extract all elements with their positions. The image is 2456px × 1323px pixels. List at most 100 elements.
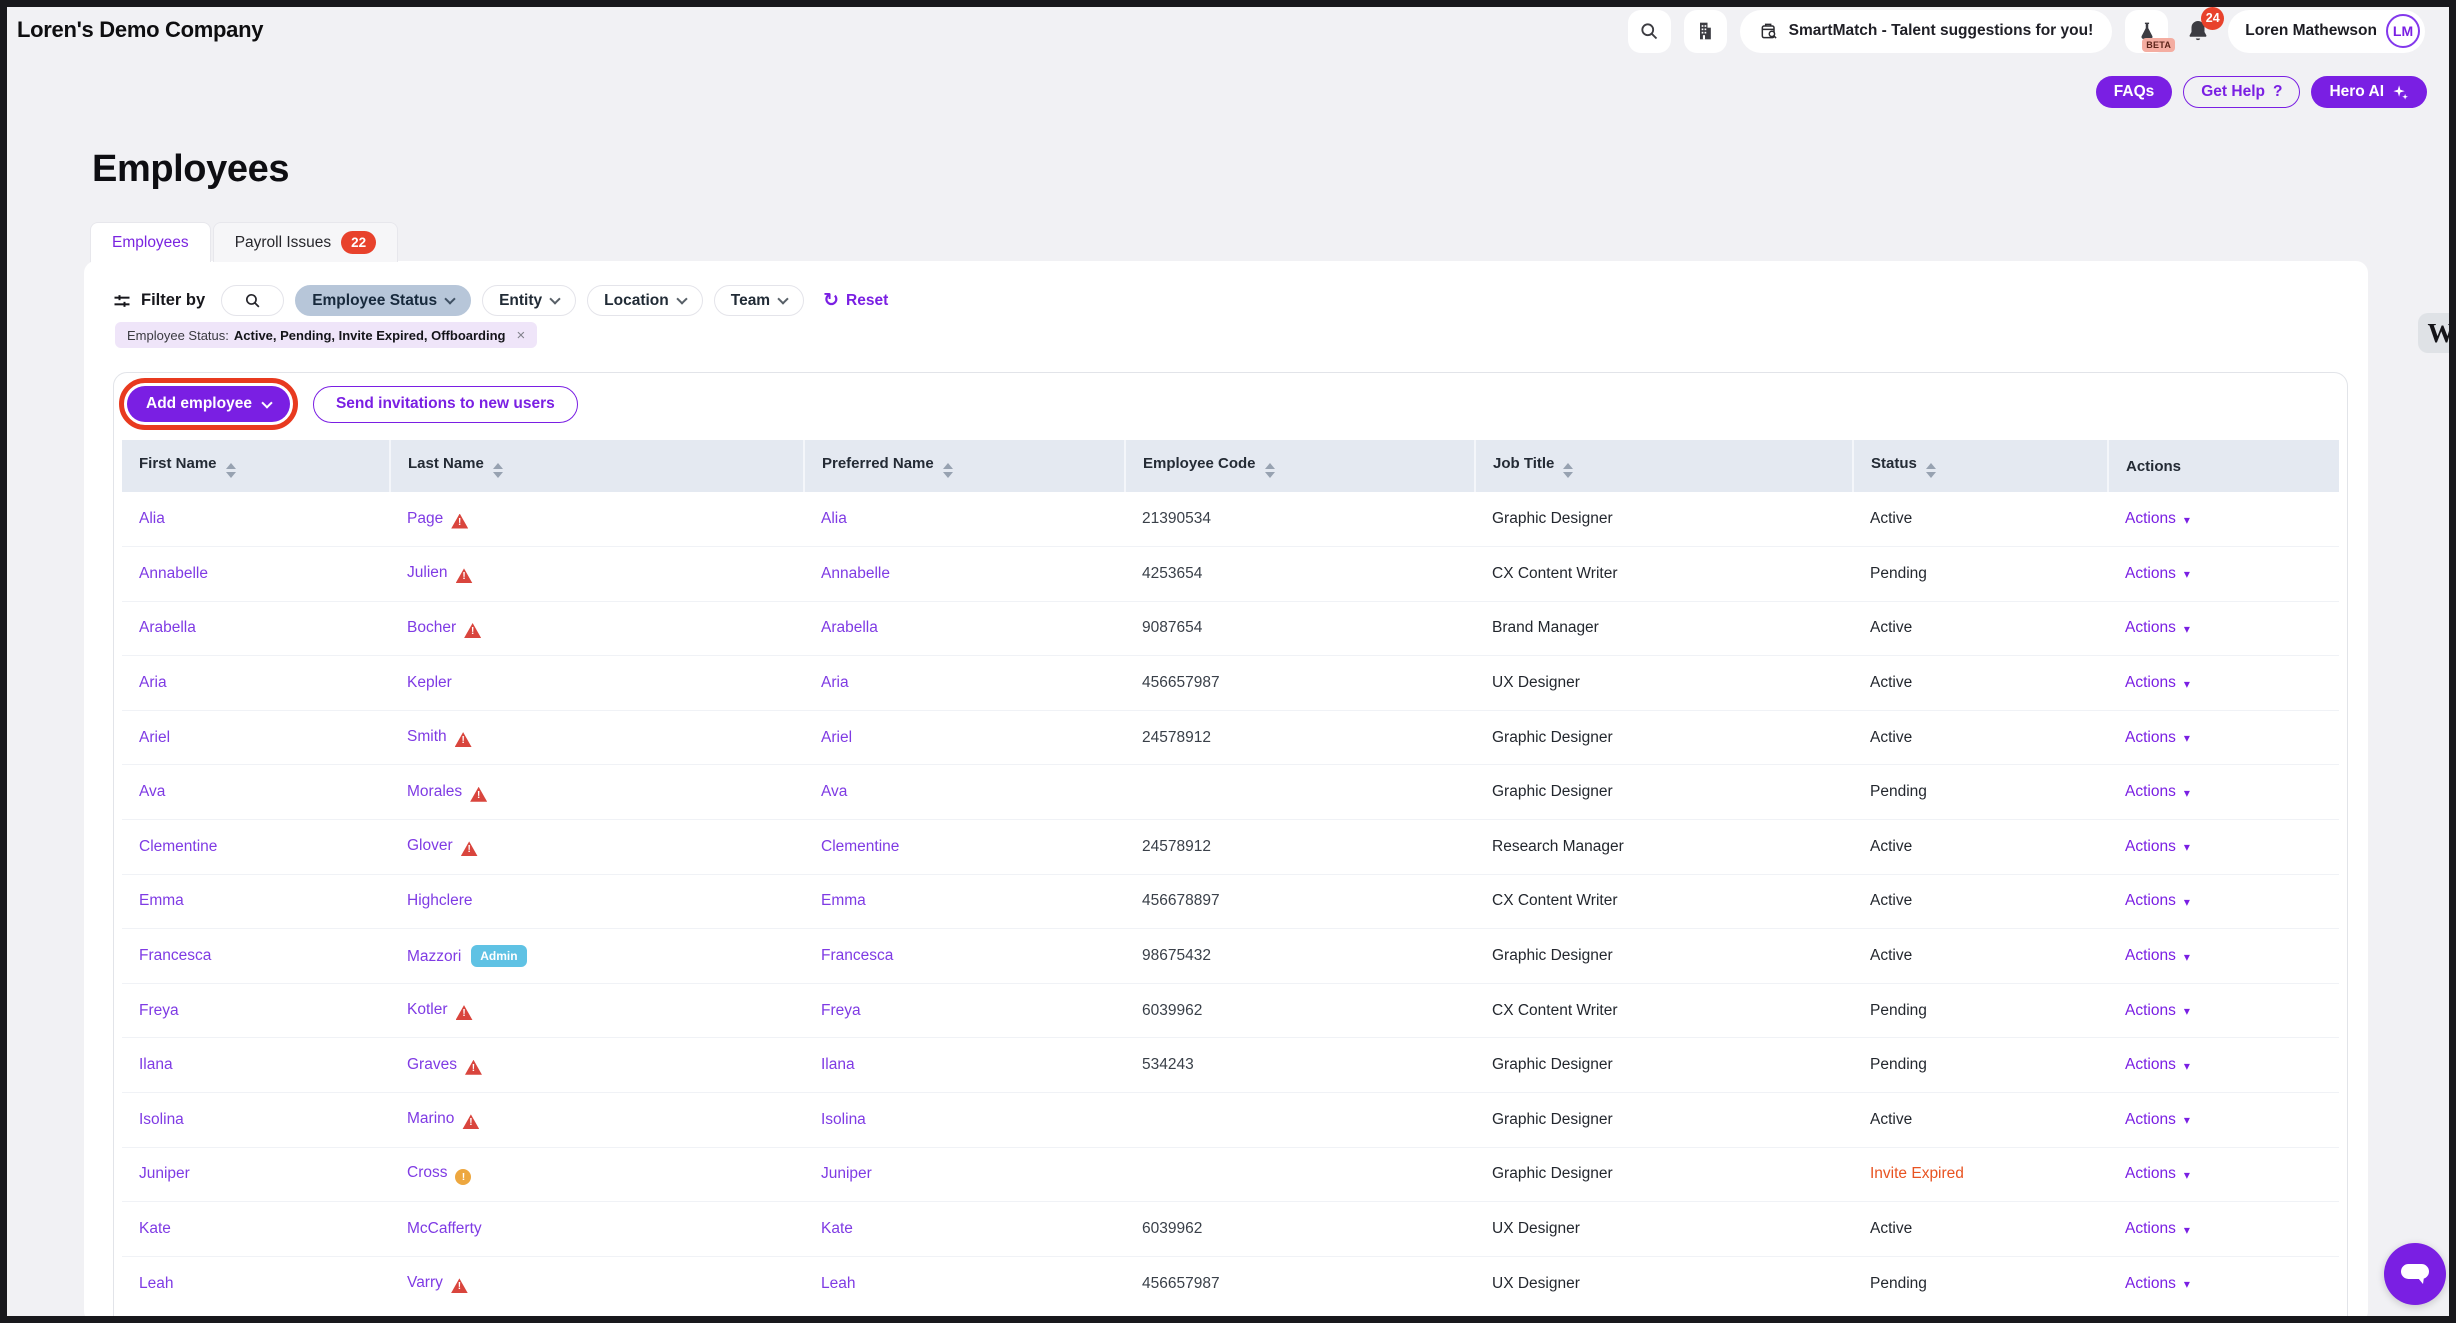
- last-name-link[interactable]: Smith: [407, 728, 447, 745]
- caret-down-icon: ▾: [2184, 1277, 2190, 1291]
- column-header-employee-code[interactable]: Employee Code: [1125, 440, 1475, 492]
- filter-dropdown-location[interactable]: Location: [587, 285, 703, 316]
- column-header-job-title[interactable]: Job Title: [1475, 440, 1853, 492]
- remove-filter-icon[interactable]: ×: [516, 327, 525, 344]
- first-name-link[interactable]: Kate: [139, 1220, 171, 1237]
- first-name-link[interactable]: Ava: [139, 783, 165, 800]
- preferred-name-link[interactable]: Juniper: [821, 1165, 872, 1182]
- first-name-link[interactable]: Arabella: [139, 619, 196, 636]
- row-actions-button[interactable]: Actions▾: [2125, 1165, 2190, 1183]
- preferred-name-link[interactable]: Ariel: [821, 729, 852, 746]
- hero-ai-button[interactable]: Hero AI: [2311, 76, 2427, 108]
- first-name-link[interactable]: Aria: [139, 674, 167, 691]
- preferred-name-link[interactable]: Freya: [821, 1002, 861, 1019]
- reset-filters-button[interactable]: ↻ Reset: [823, 291, 888, 310]
- preferred-name-link[interactable]: Emma: [821, 892, 866, 909]
- faqs-button[interactable]: FAQs: [2096, 76, 2172, 108]
- caret-down-icon: ▾: [2184, 786, 2190, 800]
- first-name-link[interactable]: Clementine: [139, 838, 217, 855]
- last-name-link[interactable]: Kepler: [407, 674, 452, 691]
- last-name-link[interactable]: McCafferty: [407, 1220, 482, 1237]
- column-header-preferred-name[interactable]: Preferred Name: [804, 440, 1125, 492]
- row-actions-button[interactable]: Actions▾: [2125, 892, 2190, 910]
- preferred-name-link[interactable]: Kate: [821, 1220, 853, 1237]
- preferred-name-link[interactable]: Alia: [821, 510, 847, 527]
- filter-search-button[interactable]: [221, 285, 284, 316]
- column-header-first-name[interactable]: First Name: [122, 440, 390, 492]
- preferred-name-link[interactable]: Isolina: [821, 1111, 866, 1128]
- filter-dropdown-employee-status[interactable]: Employee Status: [295, 285, 471, 316]
- last-name-link[interactable]: Page: [407, 510, 443, 527]
- last-name-link[interactable]: Marino: [407, 1110, 454, 1127]
- filter-dropdown-team[interactable]: Team: [714, 285, 804, 316]
- preferred-name-link[interactable]: Arabella: [821, 619, 878, 636]
- first-name-link[interactable]: Francesca: [139, 947, 211, 964]
- first-name-link[interactable]: Ariel: [139, 729, 170, 746]
- first-name-link[interactable]: Leah: [139, 1275, 173, 1292]
- column-header-last-name[interactable]: Last Name: [390, 440, 804, 492]
- preferred-name-link[interactable]: Aria: [821, 674, 849, 691]
- search-button[interactable]: [1628, 10, 1671, 53]
- help-bar: FAQs Get Help ? Hero AI: [2096, 76, 2427, 108]
- column-header-status[interactable]: Status: [1853, 440, 2108, 492]
- notifications-button[interactable]: 24: [2181, 10, 2215, 53]
- get-help-button[interactable]: Get Help ?: [2183, 76, 2300, 108]
- last-name-link[interactable]: Mazzori: [407, 948, 461, 965]
- row-actions-button[interactable]: Actions▾: [2125, 1111, 2190, 1129]
- last-name-link[interactable]: Graves: [407, 1056, 457, 1073]
- row-actions-button[interactable]: Actions▾: [2125, 783, 2190, 801]
- preferred-name-link[interactable]: Clementine: [821, 838, 899, 855]
- row-actions-button[interactable]: Actions▾: [2125, 838, 2190, 856]
- first-name-cell: Juniper: [122, 1147, 390, 1202]
- row-actions-button[interactable]: Actions▾: [2125, 729, 2190, 747]
- last-name-link[interactable]: Varry: [407, 1274, 443, 1291]
- first-name-link[interactable]: Annabelle: [139, 565, 208, 582]
- topbar-actions: SmartMatch - Talent suggestions for you!…: [1628, 9, 2425, 53]
- send-invitations-button[interactable]: Send invitations to new users: [313, 386, 578, 423]
- add-employee-button[interactable]: Add employee: [127, 386, 290, 422]
- row-actions-button[interactable]: Actions▾: [2125, 1056, 2190, 1074]
- chat-widget-button[interactable]: [2384, 1243, 2446, 1305]
- row-actions-button[interactable]: Actions▾: [2125, 1002, 2190, 1020]
- row-actions-button[interactable]: Actions▾: [2125, 619, 2190, 637]
- last-name-link[interactable]: Kotler: [407, 1001, 448, 1018]
- row-actions-button[interactable]: Actions▾: [2125, 565, 2190, 583]
- w-side-widget[interactable]: W: [2418, 313, 2456, 353]
- row-actions-button[interactable]: Actions▾: [2125, 1220, 2190, 1238]
- row-actions-button[interactable]: Actions▾: [2125, 1275, 2190, 1293]
- first-name-cell: Alia: [122, 492, 390, 547]
- preferred-name-link[interactable]: Ava: [821, 783, 847, 800]
- last-name-link[interactable]: Morales: [407, 783, 462, 800]
- last-name-link[interactable]: Julien: [407, 564, 448, 581]
- preferred-name-link[interactable]: Francesca: [821, 947, 893, 964]
- job-title-cell: UX Designer: [1475, 656, 1853, 711]
- first-name-link[interactable]: Isolina: [139, 1111, 184, 1128]
- preferred-name-link[interactable]: Ilana: [821, 1056, 855, 1073]
- last-name-cell: Varry: [390, 1256, 804, 1311]
- last-name-link[interactable]: Highclere: [407, 892, 472, 909]
- filter-dropdown-entity[interactable]: Entity: [482, 285, 576, 316]
- preferred-name-link[interactable]: Leah: [821, 1275, 855, 1292]
- first-name-link[interactable]: Emma: [139, 892, 184, 909]
- first-name-link[interactable]: Alia: [139, 510, 165, 527]
- tab-employees[interactable]: Employees: [90, 222, 211, 262]
- last-name-link[interactable]: Glover: [407, 837, 453, 854]
- last-name-link[interactable]: Bocher: [407, 619, 456, 636]
- first-name-link[interactable]: Freya: [139, 1002, 179, 1019]
- faqs-label: FAQs: [2114, 83, 2154, 101]
- preferred-name-link[interactable]: Annabelle: [821, 565, 890, 582]
- row-actions-button[interactable]: Actions▾: [2125, 947, 2190, 965]
- first-name-link[interactable]: Juniper: [139, 1165, 190, 1182]
- beta-features-button[interactable]: BETA: [2125, 10, 2168, 53]
- row-actions-button[interactable]: Actions▾: [2125, 510, 2190, 528]
- tab-payroll-issues[interactable]: Payroll Issues22: [213, 222, 398, 262]
- smartmatch-banner[interactable]: SmartMatch - Talent suggestions for you!: [1740, 10, 2113, 53]
- first-name-link[interactable]: Ilana: [139, 1056, 173, 1073]
- last-name-cell: Smith: [390, 710, 804, 765]
- row-actions-button[interactable]: Actions▾: [2125, 674, 2190, 692]
- organisation-button[interactable]: [1684, 10, 1727, 53]
- user-menu[interactable]: Loren Mathewson LM: [2228, 10, 2425, 53]
- last-name-link[interactable]: Cross: [407, 1164, 447, 1181]
- get-help-label: Get Help: [2201, 83, 2265, 101]
- actions-cell: Actions▾: [2108, 1093, 2339, 1148]
